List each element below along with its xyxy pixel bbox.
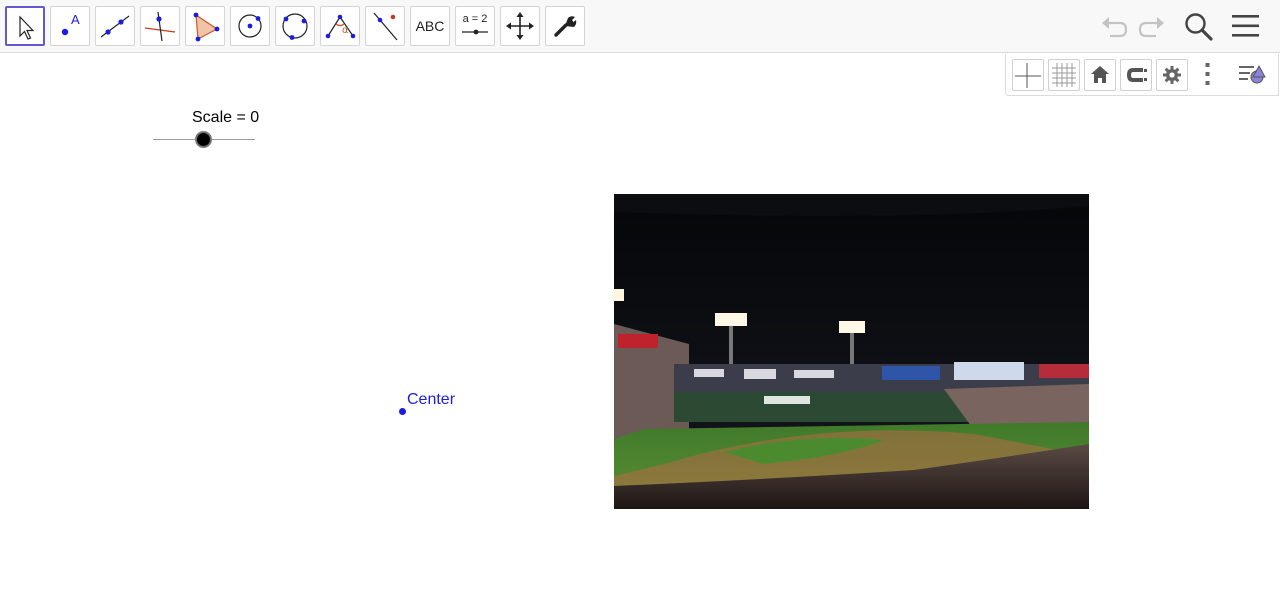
circle-center-point-icon	[238, 14, 262, 38]
menu-icon	[1232, 15, 1259, 37]
undo-button[interactable]	[1096, 8, 1132, 44]
style-bar-toggle-button[interactable]	[1236, 59, 1268, 91]
graphics-settings-button[interactable]	[1156, 59, 1188, 91]
arrow-cursor-icon	[19, 15, 35, 40]
polygon-tool-button[interactable]	[185, 6, 225, 46]
slider-tool-button[interactable]: a = 2	[455, 6, 495, 46]
line-through-points-icon	[100, 15, 130, 38]
center-point[interactable]	[399, 408, 406, 415]
toolbar: A α ABC a = 2	[0, 0, 1280, 53]
circle-three-points-icon	[282, 13, 308, 40]
slider-handle[interactable]	[195, 131, 212, 148]
style-bar-toggle-icon	[1239, 64, 1266, 84]
line-tool-button[interactable]	[95, 6, 135, 46]
wrench-icon	[554, 16, 577, 37]
move-graphics-view-tool-button[interactable]	[500, 6, 540, 46]
point-capturing-button[interactable]	[1120, 59, 1152, 91]
undo-icon	[1102, 17, 1128, 38]
circle-center-point-tool-button[interactable]	[230, 6, 270, 46]
stadium-picture	[614, 194, 1089, 509]
text-tool-label: ABC	[415, 18, 445, 34]
more-options-button[interactable]	[1192, 59, 1224, 91]
point-capturing-icon	[1126, 68, 1147, 82]
text-tool-button[interactable]: ABC	[410, 6, 450, 46]
point-tool-button[interactable]: A	[50, 6, 90, 46]
perpendicular-line-icon	[144, 11, 176, 42]
axes-icon	[1015, 63, 1041, 88]
angle-icon: α	[325, 14, 356, 39]
tools-settings-button[interactable]	[545, 6, 585, 46]
home-icon	[1091, 66, 1109, 83]
reflect-about-line-icon	[373, 12, 398, 41]
slider-caption: Scale = 0	[192, 109, 260, 126]
more-vertical-icon	[1205, 63, 1210, 85]
reflect-tool-button[interactable]	[365, 6, 405, 46]
search-icon	[1185, 13, 1213, 41]
grid-icon	[1052, 63, 1076, 87]
redo-button[interactable]	[1134, 8, 1170, 44]
toggle-axes-button[interactable]	[1012, 59, 1044, 91]
main-menu-button[interactable]	[1228, 8, 1264, 44]
move-tool-button[interactable]	[5, 6, 45, 46]
angle-tool-button[interactable]: α	[320, 6, 360, 46]
redo-icon	[1138, 17, 1164, 38]
perpendicular-line-tool-button[interactable]	[140, 6, 180, 46]
graphics-style-bar	[1005, 54, 1279, 96]
toggle-grid-button[interactable]	[1048, 59, 1080, 91]
angle-alpha-glyph: α	[342, 25, 349, 36]
point-icon: A	[61, 12, 80, 36]
slider-icon	[462, 29, 488, 35]
standard-view-button[interactable]	[1084, 59, 1116, 91]
stadium-image[interactable]	[614, 194, 1089, 509]
center-point-label[interactable]: Center	[407, 391, 455, 409]
search-button[interactable]	[1180, 8, 1216, 44]
point-tool-letter: A	[71, 12, 80, 27]
move-arrows-icon	[506, 12, 534, 40]
polygon-icon	[193, 12, 220, 42]
gear-icon	[1163, 66, 1181, 84]
circle-three-points-tool-button[interactable]	[275, 6, 315, 46]
